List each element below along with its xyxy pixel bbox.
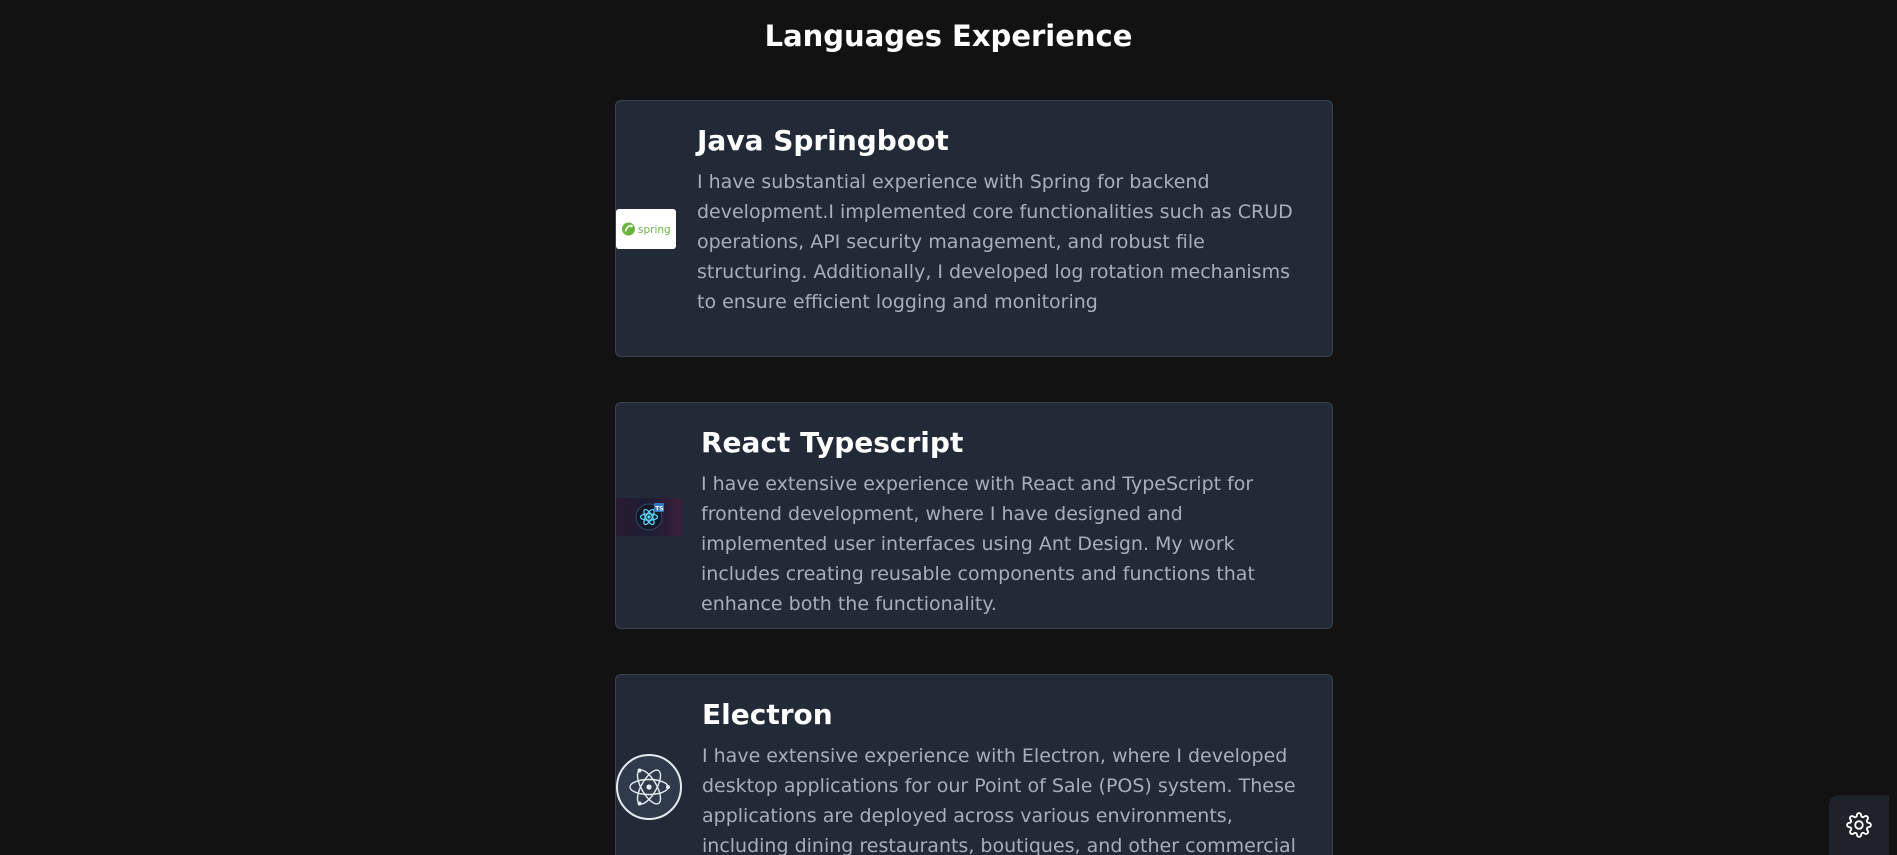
card-body: Electron I have extensive experience wit… [702,695,1310,855]
card-description: I have extensive experience with Electro… [702,745,1296,855]
experience-card-electron: Electron I have extensive experience wit… [615,674,1333,855]
card-description: I have substantial experience with Sprin… [697,171,1293,313]
card-body: React Typescript I have extensive experi… [701,423,1310,619]
page-title: Languages Experience [764,19,1133,53]
react-typescript-logo-icon: TS [616,498,682,536]
languages-experience-page: Languages Experience spring Java Springb… [0,0,1897,855]
spring-logo-text: spring [638,224,671,236]
settings-button[interactable] [1829,795,1889,855]
experience-card-java-springboot: spring Java Springboot I have substantia… [615,100,1333,357]
typescript-logo-text: TS [655,506,663,513]
spring-logo-icon: spring [616,209,676,249]
experience-card-react-typescript: TS React Typescript I have extensive exp… [615,402,1333,629]
card-title: Electron [702,698,833,731]
gear-icon [1846,812,1872,838]
card-title: Java Springboot [697,124,949,157]
card-description: I have extensive experience with React a… [701,473,1255,615]
electron-logo-icon [616,754,682,820]
card-body: Java Springboot I have substantial exper… [697,121,1310,317]
card-title: React Typescript [701,426,964,459]
